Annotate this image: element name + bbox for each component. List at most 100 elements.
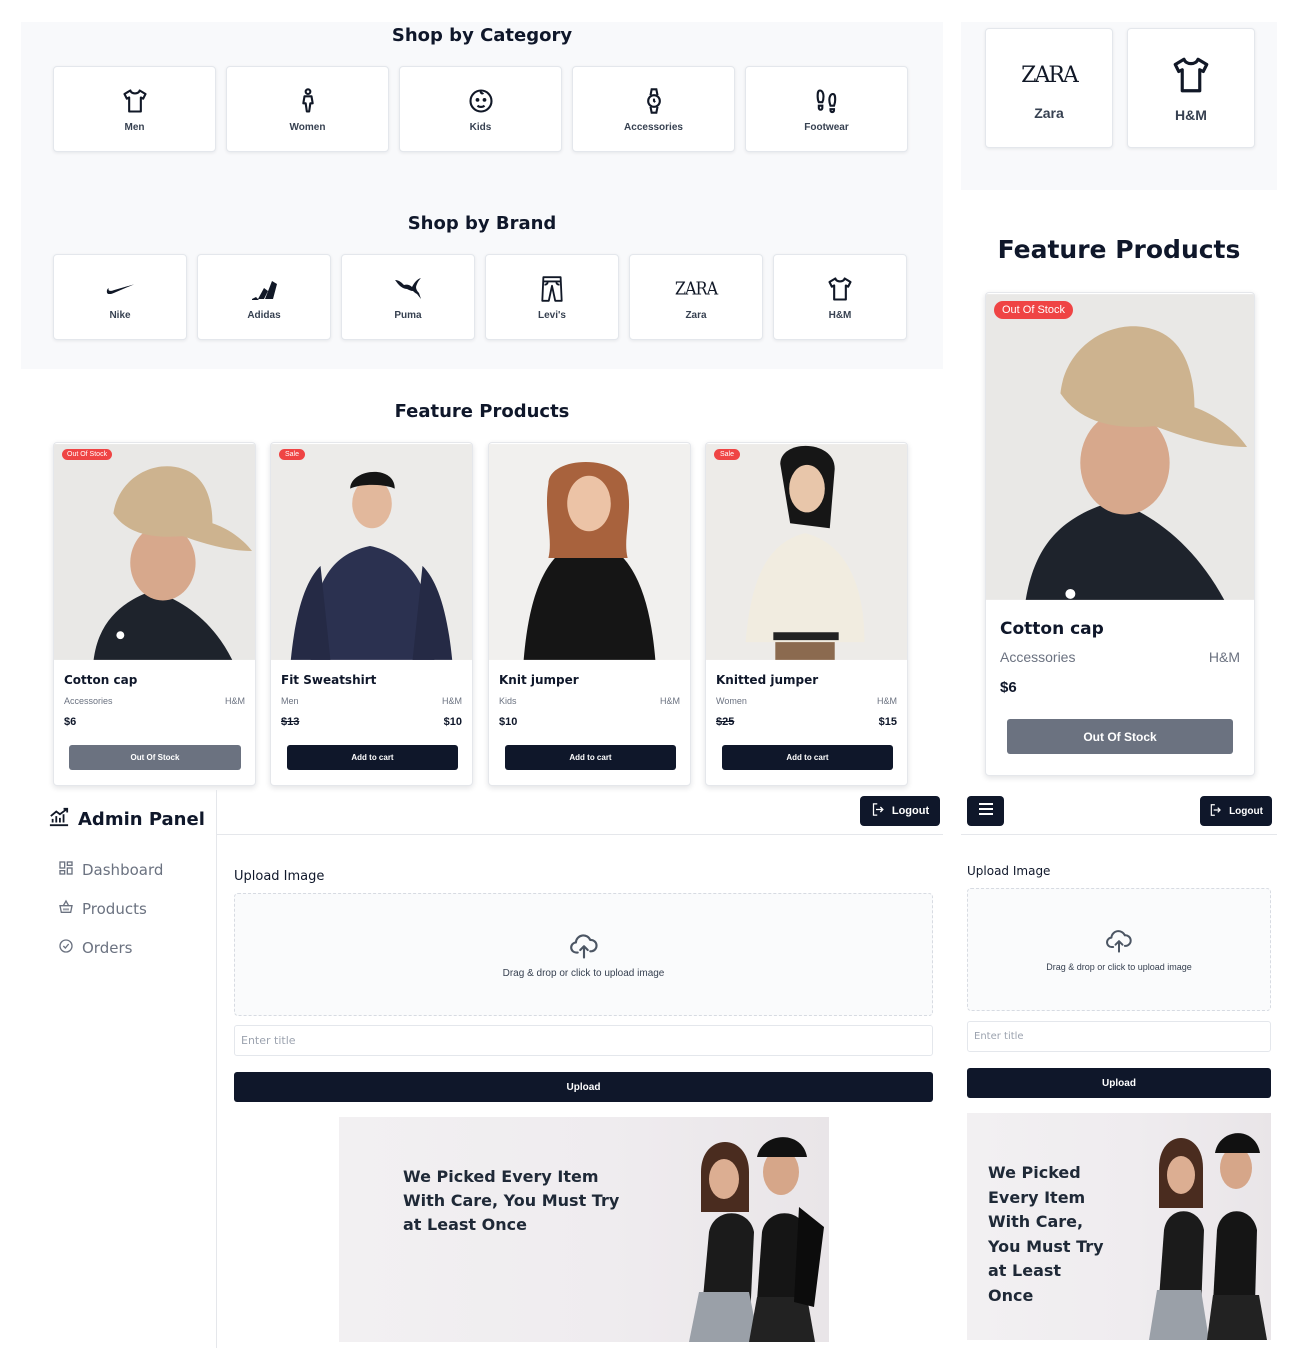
product-card[interactable]: Out Of Stock Cotton cap Accessories H&M … [53, 442, 256, 786]
brand-label: Zara [1034, 105, 1064, 121]
product-brand: H&M [660, 696, 680, 706]
product-brand: H&M [877, 696, 897, 706]
product-image-sweatshirt [271, 444, 472, 660]
image-dropzone[interactable]: Drag & drop or click to upload image [967, 888, 1271, 1011]
add-to-cart-button[interactable]: Add to cart [287, 745, 458, 770]
feature-products-title-mobile: Feature Products [997, 235, 1241, 264]
jeans-icon [537, 274, 567, 304]
status-badge: Sale [279, 449, 306, 460]
tshirt-icon [120, 86, 150, 116]
promo-banner: We Picked Every Item With Care, You Must… [967, 1113, 1271, 1340]
banner-models-image [689, 1137, 824, 1342]
dropzone-text: Drag & drop or click to upload image [1046, 962, 1192, 972]
sidebar-item-products[interactable]: Products [58, 899, 147, 919]
brand-label: Puma [394, 309, 422, 321]
banner-headline: We Picked Every Item With Care, You Must… [988, 1163, 1104, 1305]
category-tile-kids[interactable]: Kids [399, 66, 562, 152]
category-tile-women[interactable]: Women [226, 66, 389, 152]
zara-logo-text: ZARA [1021, 62, 1079, 88]
sidebar-item-label: Orders [82, 939, 133, 957]
basket-icon [58, 899, 74, 919]
brand-tile-zara[interactable]: ZARA Zara [629, 254, 763, 340]
logout-label: Logout [891, 805, 930, 817]
product-card[interactable]: Sale Fit Sweatshirt Men H&M $13 $10 Add … [270, 442, 473, 786]
cloud-upload-icon [569, 931, 599, 964]
brand-tile-hm[interactable]: H&M [773, 254, 907, 340]
sidebar-item-orders[interactable]: Orders [58, 938, 132, 958]
product-name: Knit jumper [499, 673, 579, 687]
woman-icon [293, 86, 323, 116]
hamburger-icon [978, 802, 994, 821]
sidebar-item-dashboard[interactable]: Dashboard [58, 860, 163, 880]
logout-icon [871, 802, 886, 820]
category-tile-accessories[interactable]: Accessories [572, 66, 735, 152]
puma-logo-icon [393, 274, 423, 304]
dashboard-icon [58, 860, 74, 880]
category-label: Kids [469, 121, 492, 133]
footprints-icon [812, 86, 842, 116]
product-image-cap [986, 294, 1254, 600]
logout-label: Logout [1229, 805, 1263, 817]
upload-button[interactable]: Upload [967, 1068, 1271, 1098]
category-tile-footwear[interactable]: Footwear [745, 66, 908, 152]
category-label: Men [124, 121, 145, 133]
product-image-cap [54, 444, 255, 660]
zara-logo-icon: ZARA [666, 274, 726, 304]
sale-price: $10 [443, 716, 462, 728]
logout-button[interactable]: Logout [860, 796, 940, 826]
brand-preview-zara[interactable]: ZARA Zara [985, 28, 1113, 148]
shop-by-brand-title: Shop by Brand [407, 213, 557, 234]
status-badge: Out Of Stock [994, 301, 1073, 319]
add-to-cart-button[interactable]: Add to cart [505, 745, 676, 770]
product-card[interactable]: Knit jumper Kids H&M $10 Add to cart [488, 442, 691, 786]
brand-tile-levis[interactable]: Levi's [485, 254, 619, 340]
admin-mobile-header-divider [961, 834, 1277, 835]
brand-label: Zara [685, 309, 707, 321]
watch-icon [639, 86, 669, 116]
sidebar-item-label: Products [82, 900, 147, 918]
logout-button[interactable]: Logout [1200, 796, 1272, 826]
image-dropzone[interactable]: Drag & drop or click to upload image [234, 893, 933, 1016]
adidas-logo-icon [249, 274, 279, 304]
product-price: $10 [499, 716, 518, 728]
product-brand: H&M [225, 696, 245, 706]
admin-title: Admin Panel [78, 809, 205, 830]
brand-label: Nike [109, 309, 131, 321]
out-of-stock-button[interactable]: Out Of Stock [69, 745, 241, 770]
title-input[interactable]: Enter title [234, 1025, 933, 1056]
title-input[interactable]: Enter title [967, 1021, 1271, 1052]
brand-tile-puma[interactable]: Puma [341, 254, 475, 340]
chart-icon [48, 807, 70, 832]
brand-tile-nike[interactable]: Nike [53, 254, 187, 340]
zara-logo-icon: ZARA [1009, 55, 1089, 95]
upload-button[interactable]: Upload [234, 1072, 933, 1102]
brand-label: Adidas [247, 309, 281, 321]
category-tile-men[interactable]: Men [53, 66, 216, 152]
status-badge: Sale [714, 449, 741, 460]
feature-products-title: Feature Products [394, 401, 570, 422]
product-category: Accessories [64, 696, 113, 706]
category-label: Accessories [624, 121, 683, 133]
out-of-stock-button[interactable]: Out Of Stock [1007, 719, 1233, 754]
product-price: $6 [1000, 679, 1017, 696]
admin-header-divider [217, 834, 943, 835]
category-label: Women [289, 121, 326, 133]
product-card-mobile[interactable]: Out Of Stock Cotton cap Accessories H&M … [985, 292, 1255, 776]
category-label: Footwear [804, 121, 849, 133]
upload-image-label: Upload Image [967, 864, 1051, 878]
logout-icon [1209, 803, 1223, 820]
tshirt-icon [1169, 53, 1213, 97]
menu-button[interactable] [967, 796, 1004, 826]
banner-models-image [1149, 1133, 1267, 1340]
dropzone-text: Drag & drop or click to upload image [502, 967, 665, 979]
product-category: Accessories [1000, 649, 1076, 665]
admin-logo: Admin Panel [48, 807, 205, 832]
brand-tile-adidas[interactable]: Adidas [197, 254, 331, 340]
brand-preview-hm[interactable]: H&M [1127, 28, 1255, 148]
cloud-upload-icon [1105, 927, 1133, 958]
product-image-knitted-jumper [706, 444, 907, 660]
status-badge: Out Of Stock [62, 449, 113, 460]
product-card[interactable]: Sale Knitted jumper Women H&M $25 $15 Ad… [705, 442, 908, 786]
tshirt-icon [825, 274, 855, 304]
add-to-cart-button[interactable]: Add to cart [722, 745, 893, 770]
